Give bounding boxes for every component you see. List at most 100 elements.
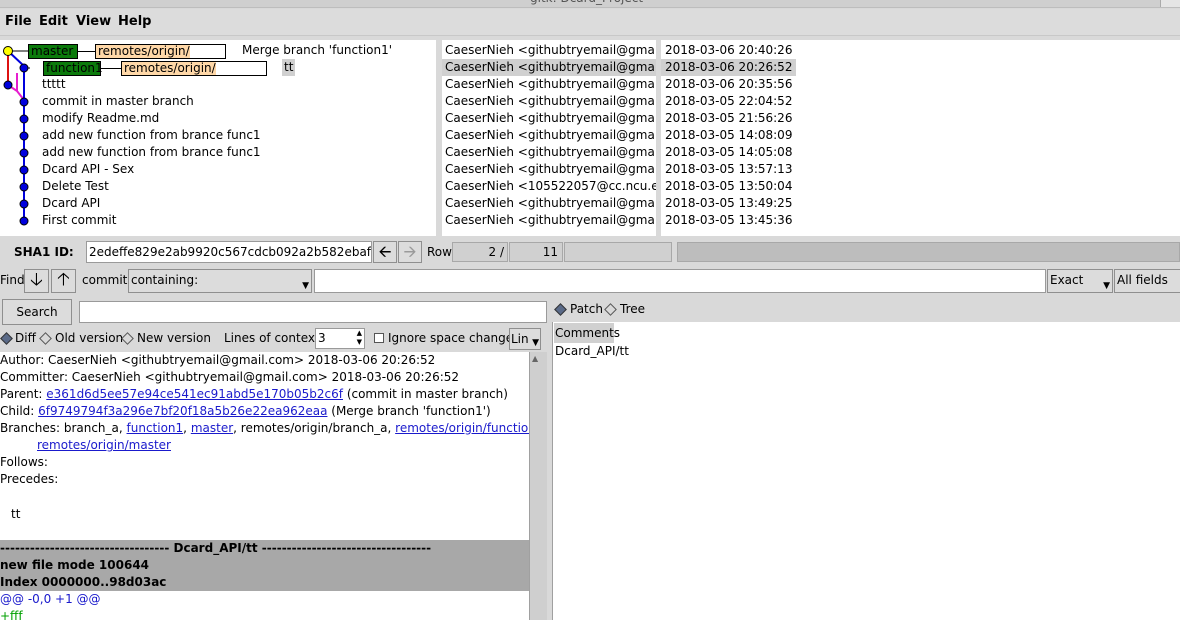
details-scrollbar[interactable]: ▲ bbox=[529, 352, 547, 620]
commit-date[interactable]: 2018-03-05 22:04:52 bbox=[665, 93, 792, 110]
context-label: Lines of context: bbox=[224, 331, 324, 345]
commit-subject[interactable]: First commit bbox=[42, 212, 116, 229]
commit-date[interactable]: 2018-03-05 13:57:13 bbox=[665, 161, 792, 178]
parent-label: Parent: bbox=[0, 387, 47, 401]
commit-date-list[interactable]: 2018-03-06 20:40:26 2018-03-06 20:26:52 … bbox=[661, 40, 1180, 236]
child-subject: (Merge branch 'function1') bbox=[327, 404, 491, 418]
menu-file[interactable]: File bbox=[5, 14, 32, 29]
branch-tag-master[interactable]: master bbox=[28, 44, 78, 59]
find-fields-select[interactable]: All fields bbox=[1114, 269, 1180, 293]
commit-author-list[interactable]: CaeserNieh <githubtryemail@gmail.com> Ca… bbox=[442, 40, 656, 236]
commit-date[interactable]: 2018-03-06 20:35:56 bbox=[665, 76, 792, 93]
find-mode-value: containing: bbox=[131, 273, 199, 287]
commit-author[interactable]: CaeserNieh <githubtryemail@gmail.com> bbox=[445, 93, 656, 110]
commit-subject[interactable]: add new function from brance func1 bbox=[42, 127, 261, 144]
chevron-down-icon: ▼ bbox=[302, 281, 309, 291]
commit-graph-list[interactable]: master remotes/origin/master Merge branc… bbox=[0, 40, 436, 236]
window-control[interactable] bbox=[1160, 0, 1180, 7]
commit-date[interactable]: 2018-03-05 14:08:09 bbox=[665, 127, 792, 144]
branch-link-function1[interactable]: function1 bbox=[127, 421, 184, 435]
diff-file-mode: new file mode 100644 bbox=[0, 558, 150, 572]
commit-author[interactable]: CaeserNieh <githubtryemail@gmail.com> bbox=[445, 161, 656, 178]
context-spinbox[interactable]: 3 ▲ ▼ bbox=[315, 328, 365, 349]
sha-toolbar: SHA1 ID: 2edeffe829e2ab9920c567cdcb092a2… bbox=[0, 238, 1180, 268]
commit-details-pane[interactable]: Author: CaeserNieh <githubtryemail@gmail… bbox=[0, 352, 529, 620]
commit-subject[interactable]: Dcard API - Sex bbox=[42, 161, 134, 178]
branch-tag-remote-function1[interactable]: remotes/origin/function1 bbox=[121, 61, 267, 76]
find-type[interactable]: commit bbox=[82, 273, 127, 287]
commit-author[interactable]: CaeserNieh <githubtryemail@gmail.com> bbox=[445, 76, 656, 93]
child-sha-link[interactable]: 6f9749794f3a296e7bf20f18a5b26e22ea962eaa bbox=[38, 404, 327, 418]
commit-graph bbox=[3, 46, 30, 226]
branch-link-remote-master[interactable]: remotes/origin/master bbox=[37, 438, 171, 452]
follows-line: Follows: bbox=[0, 455, 48, 469]
commit-author[interactable]: CaeserNieh <githubtryemail@gmail.com> bbox=[445, 127, 656, 144]
find-exact-select[interactable]: Exact ▼ bbox=[1047, 269, 1113, 293]
find-down-arrow-icon[interactable]: 🡣 bbox=[24, 269, 49, 293]
parent-line: Parent: e361d6d5ee57e94ce541ec91abd5e170… bbox=[0, 386, 508, 403]
branch-tag-remote-master[interactable]: remotes/origin/master bbox=[95, 44, 226, 59]
menu-help[interactable]: Help bbox=[118, 14, 151, 29]
child-label: Child: bbox=[0, 404, 39, 418]
ignore-space-label: Ignore space change bbox=[388, 331, 514, 345]
branches-line-cont: remotes/origin/master bbox=[37, 437, 171, 454]
file-list-item[interactable]: Dcard_API/tt bbox=[555, 343, 629, 360]
commit-author[interactable]: CaeserNieh <githubtryemail@gmail.com> bbox=[445, 42, 656, 59]
find-up-arrow-icon[interactable]: 🡡 bbox=[51, 269, 76, 293]
commit-author[interactable]: CaeserNieh <githubtryemail@gmail.com> bbox=[445, 144, 656, 161]
row-label: Row bbox=[427, 245, 452, 259]
back-arrow-icon[interactable]: 🡨 bbox=[373, 241, 397, 263]
search-input[interactable] bbox=[79, 301, 547, 323]
scroll-up-icon[interactable]: ▲ bbox=[532, 354, 544, 364]
old-version-radio[interactable] bbox=[39, 332, 52, 345]
commit-subject[interactable]: modify Readme.md bbox=[42, 110, 159, 127]
diff-index: Index 0000000..98d03ac bbox=[0, 575, 167, 589]
find-input[interactable] bbox=[314, 269, 1046, 293]
line-diff-select[interactable]: Lin ▼ bbox=[509, 328, 541, 350]
forward-arrow-icon[interactable]: 🡪 bbox=[398, 241, 422, 263]
commit-author[interactable]: CaeserNieh <githubtryemail@gmail.com> bbox=[445, 212, 656, 229]
spin-arrows-icon[interactable]: ▲ ▼ bbox=[357, 329, 362, 347]
find-mode-select[interactable]: containing: ▼ bbox=[128, 269, 312, 293]
commit-date[interactable]: 2018-03-05 13:45:36 bbox=[665, 212, 792, 229]
parent-sha-link[interactable]: e361d6d5ee57e94ce541ec91abd5e170b05b2c6f bbox=[46, 387, 343, 401]
commit-date[interactable]: 2018-03-06 20:40:26 bbox=[665, 42, 792, 59]
commit-author-selected[interactable]: CaeserNieh <githubtryemail@gmail.com> bbox=[442, 59, 656, 76]
progress-bar bbox=[564, 242, 672, 262]
chevron-down-icon: ▼ bbox=[1103, 281, 1110, 291]
find-fields-value: All fields bbox=[1117, 273, 1168, 287]
commit-subject[interactable]: ttttt bbox=[42, 76, 66, 93]
commit-date[interactable]: 2018-03-05 14:05:08 bbox=[665, 144, 792, 161]
file-list-pane[interactable]: Comments Dcard_API/tt bbox=[552, 322, 1180, 620]
diff-hunk-header: @@ -0,0 +1 @@ bbox=[0, 592, 101, 606]
search-button[interactable]: Search bbox=[2, 299, 72, 325]
commit-subject[interactable]: Dcard API bbox=[42, 195, 100, 212]
sha-input[interactable]: 2edeffe829e2ab9920c567cdcb092a2b582ebaf6 bbox=[86, 241, 372, 263]
commit-date-selected[interactable]: 2018-03-06 20:26:52 bbox=[661, 59, 797, 76]
commit-subject-selected[interactable]: tt bbox=[282, 59, 296, 76]
commit-author[interactable]: CaeserNieh <githubtryemail@gmail.com> bbox=[445, 110, 656, 127]
tree-radio[interactable] bbox=[604, 303, 617, 316]
precedes-line: Precedes: bbox=[0, 472, 59, 486]
commit-subject[interactable]: Delete Test bbox=[42, 178, 109, 195]
commit-date[interactable]: 2018-03-05 21:56:26 bbox=[665, 110, 792, 127]
branches-label: Branches: branch_a, bbox=[0, 421, 127, 435]
tag-connector bbox=[101, 68, 121, 69]
branch-link-remote-function1[interactable]: remotes/origin/function1 bbox=[395, 421, 529, 435]
commit-date[interactable]: 2018-03-05 13:50:04 bbox=[665, 178, 792, 195]
commit-subject[interactable]: add new function from brance func1 bbox=[42, 144, 261, 161]
menu-edit[interactable]: Edit bbox=[39, 14, 68, 29]
commit-author[interactable]: CaeserNieh <105522057@cc.ncu.edu.tw> bbox=[445, 178, 656, 195]
child-line: Child: 6f9749794f3a296e7bf20f18a5b26e22e… bbox=[0, 403, 491, 420]
commit-author[interactable]: CaeserNieh <githubtryemail@gmail.com> bbox=[445, 195, 656, 212]
row-current: 2 / bbox=[452, 242, 508, 262]
commit-subject[interactable]: commit in master branch bbox=[42, 93, 194, 110]
patch-radio[interactable] bbox=[554, 303, 567, 316]
commit-subject: Merge branch 'function1' bbox=[242, 43, 393, 57]
menu-view[interactable]: View bbox=[76, 14, 111, 29]
ignore-space-checkbox[interactable] bbox=[374, 333, 384, 343]
branch-link-master[interactable]: master bbox=[191, 421, 233, 435]
branch-tag-function1[interactable]: function1 bbox=[43, 61, 103, 76]
diff-radio[interactable] bbox=[0, 332, 13, 345]
commit-date[interactable]: 2018-03-05 13:49:25 bbox=[665, 195, 792, 212]
